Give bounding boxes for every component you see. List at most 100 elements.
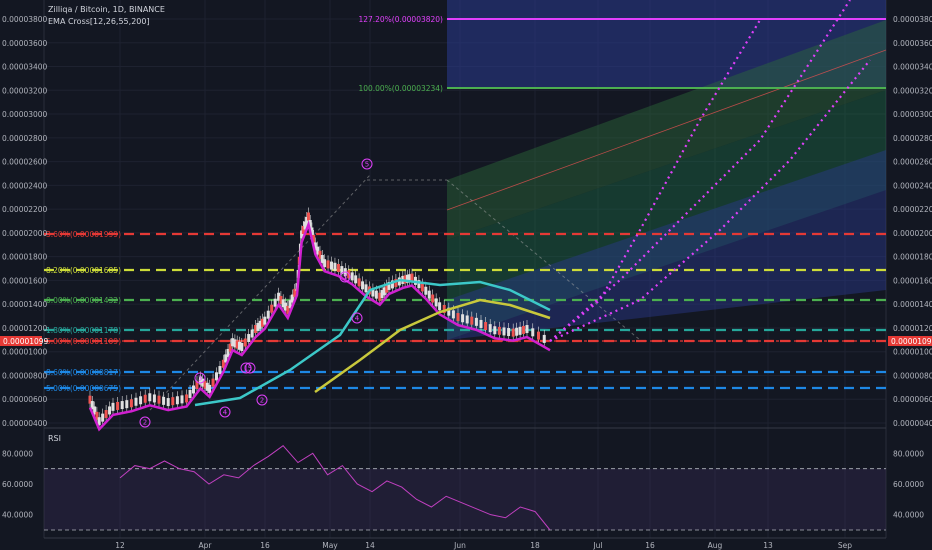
candle-body [157,395,161,404]
candle-body [188,389,192,398]
candle-body [263,316,267,325]
candle-body [374,290,378,299]
rsi-label: RSI [48,434,61,443]
candle-body [139,396,143,405]
rsi-tick-label-left: 40.0000 [2,511,33,520]
candle-body [180,395,184,404]
y-tick-label-left: 0.00002600 [2,158,48,167]
y-tick-label-left: 0.00000400 [2,419,48,428]
candle-body [125,400,129,409]
candle-body [456,313,460,322]
candle-body [116,401,120,410]
candle-body [134,397,138,406]
y-tick-label: 0.00002000 [893,229,932,238]
candle-body [357,278,361,287]
candle-body [434,298,438,307]
candle-body [185,394,189,403]
candle-body [511,328,515,337]
y-tick-label: 0.00003600 [893,39,932,48]
candle-body [431,294,435,303]
y-tick-label-left: 0.00001400 [2,300,48,309]
y-tick-label: 0.00000400 [893,419,932,428]
rsi-tick-label: 60.0000 [893,480,924,489]
candle-body [307,212,310,221]
candle-body [266,310,270,319]
x-tick-label: 16 [645,541,655,550]
y-tick-label: 0.00003800 [893,15,932,24]
rsi-tick-label-left: 80.0000 [2,449,33,458]
y-tick-label: 0.00002400 [893,181,932,190]
candle-body [208,384,212,393]
candle-body [111,402,115,411]
wave-marker-label: 5 [248,365,252,373]
y-tick-label: 0.00001000 [893,348,932,357]
candle-body [120,401,124,410]
candle-body [211,378,215,387]
chart-title: Zilliqa / Bitcoin, 1D, BINANCE [48,5,165,14]
candle-body [354,275,358,284]
y-tick-label: 0.00003000 [893,110,932,119]
candle-body [525,325,529,334]
fib-level-label: 0.00%(0.00001432) [46,296,121,305]
wave-marker-label: 2 [260,397,264,405]
rsi-tick-label: 80.0000 [893,449,924,458]
y-tick-label: 0.00000800 [893,371,932,380]
y-tick-label: 0.00000600 [893,395,932,404]
candle-body [148,393,152,402]
wave-marker-label: 4 [223,409,228,417]
candle-body [330,261,333,270]
candle-body [243,338,247,347]
candle-body [152,394,156,403]
y-tick-label-left: 0.00000800 [2,371,48,380]
candle-body [493,326,497,335]
y-tick-label-left: 0.00001600 [2,276,48,285]
price-chart: 127.20%(0.00003820) 100.00%(0.00003234) 3.… [0,0,932,550]
candle-body [215,372,218,381]
candle-body [218,366,222,375]
candle-body [104,410,108,419]
candle-body [438,302,442,311]
candle-body [101,413,105,422]
candle-body [333,262,337,271]
y-tick-label-left: 0.00001200 [2,324,48,333]
candle-body [350,272,354,281]
candle-body [273,298,277,307]
candle-body [240,342,244,351]
fib-level-label: 127.20%(0.00003820) [358,15,443,24]
fib-level-label: 8.20%(0.00001685) [46,266,121,275]
x-tick-label: May [322,541,338,550]
last-price-right: 0.00001099 [891,337,932,346]
candle-body [192,385,195,394]
candle-body [171,397,175,406]
fib-level-label: 5.00%(0.00000675) [46,384,121,393]
candle-body [479,319,483,328]
candle-body [129,399,133,408]
fib-level-label: 100.00%(0.00003234) [358,84,443,93]
candle-body [166,398,170,407]
y-tick-label: 0.00003400 [893,63,932,72]
y-tick-label-left: 0.00003200 [2,86,48,95]
fib-level-label: 1.80%(0.00001178) [46,326,121,335]
candle-body [502,327,506,336]
rsi-band [44,468,886,530]
y-tick-label: 0.00001400 [893,300,932,309]
candle-body [488,324,492,333]
candle-body [361,281,365,290]
x-tick-label: 12 [115,541,125,550]
candle-body [497,326,501,335]
candle-body [247,334,251,343]
y-tick-label-left: 0.00002400 [2,181,48,190]
candle-body [470,316,474,325]
y-tick-label: 0.00002800 [893,134,932,143]
candle-body [507,328,511,337]
candle-body [537,331,540,340]
candle-body [143,394,147,403]
y-tick-label-left: 0.00003400 [2,63,48,72]
candle-body [518,326,522,335]
candle-body [461,314,465,323]
candle-body [270,304,274,313]
y-tick-label-left: 0.00001800 [2,253,48,262]
candle-body [531,328,535,337]
rsi-tick-label: 40.0000 [893,511,924,520]
candle-body [522,325,526,334]
